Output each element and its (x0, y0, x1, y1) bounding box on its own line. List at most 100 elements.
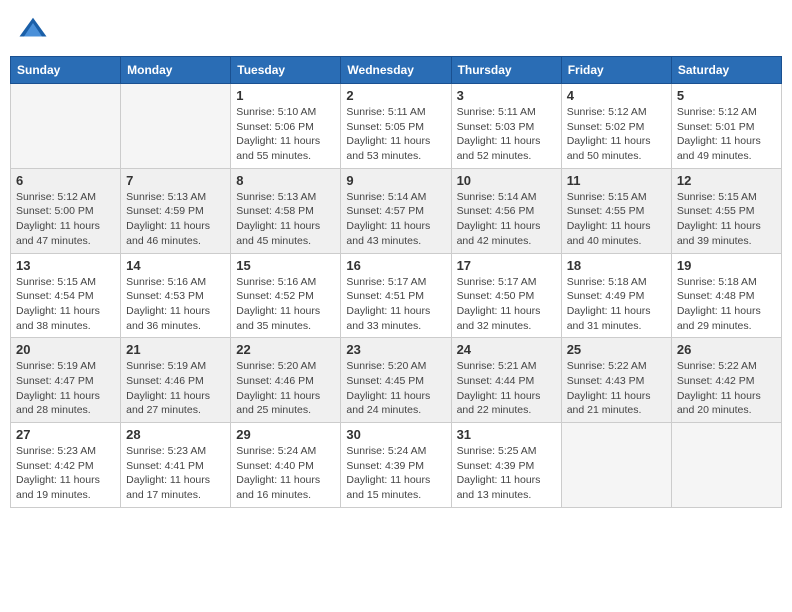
day-detail: Sunrise: 5:15 AMSunset: 4:55 PMDaylight:… (677, 190, 776, 249)
day-detail: Sunrise: 5:15 AMSunset: 4:54 PMDaylight:… (16, 275, 115, 334)
calendar-cell: 28 Sunrise: 5:23 AMSunset: 4:41 PMDayligh… (121, 423, 231, 508)
column-header-saturday: Saturday (671, 57, 781, 84)
calendar-cell: 26 Sunrise: 5:22 AMSunset: 4:42 PMDayligh… (671, 338, 781, 423)
day-number: 29 (236, 427, 335, 442)
day-detail: Sunrise: 5:16 AMSunset: 4:53 PMDaylight:… (126, 275, 225, 334)
column-header-tuesday: Tuesday (231, 57, 341, 84)
day-detail: Sunrise: 5:11 AMSunset: 5:03 PMDaylight:… (457, 105, 556, 164)
calendar-cell: 12 Sunrise: 5:15 AMSunset: 4:55 PMDayligh… (671, 168, 781, 253)
calendar-cell: 23Sunrise: 5:20 AMSunset: 4:45 PMDayligh… (341, 338, 451, 423)
calendar-week-row: 1 Sunrise: 5:10 AMSunset: 5:06 PMDaylight… (11, 84, 782, 169)
day-detail: Sunrise: 5:16 AMSunset: 4:52 PMDaylight:… (236, 275, 335, 334)
day-detail: Sunrise: 5:11 AMSunset: 5:05 PMDaylight:… (346, 105, 445, 164)
calendar-cell (11, 84, 121, 169)
day-number: 7 (126, 173, 225, 188)
calendar-cell (561, 423, 671, 508)
calendar-cell: 27Sunrise: 5:23 AMSunset: 4:42 PMDayligh… (11, 423, 121, 508)
calendar-cell: 6 Sunrise: 5:12 AMSunset: 5:00 PMDaylight… (11, 168, 121, 253)
day-number: 4 (567, 88, 666, 103)
calendar-cell: 17Sunrise: 5:17 AMSunset: 4:50 PMDayligh… (451, 253, 561, 338)
day-number: 2 (346, 88, 445, 103)
day-detail: Sunrise: 5:12 AMSunset: 5:01 PMDaylight:… (677, 105, 776, 164)
day-number: 15 (236, 258, 335, 273)
day-number: 18 (567, 258, 666, 273)
day-number: 11 (567, 173, 666, 188)
calendar-cell: 21 Sunrise: 5:19 AMSunset: 4:46 PMDayligh… (121, 338, 231, 423)
day-detail: Sunrise: 5:25 AMSunset: 4:39 PMDaylight:… (457, 444, 556, 503)
day-detail: Sunrise: 5:13 AMSunset: 4:59 PMDaylight:… (126, 190, 225, 249)
calendar-cell: 4 Sunrise: 5:12 AMSunset: 5:02 PMDaylight… (561, 84, 671, 169)
calendar-cell: 8 Sunrise: 5:13 AMSunset: 4:58 PMDaylight… (231, 168, 341, 253)
day-detail: Sunrise: 5:23 AMSunset: 4:42 PMDaylight:… (16, 444, 115, 503)
calendar-cell: 5 Sunrise: 5:12 AMSunset: 5:01 PMDaylight… (671, 84, 781, 169)
day-detail: Sunrise: 5:17 AMSunset: 4:51 PMDaylight:… (346, 275, 445, 334)
calendar-header-row: SundayMondayTuesdayWednesdayThursdayFrid… (11, 57, 782, 84)
calendar-cell: 16Sunrise: 5:17 AMSunset: 4:51 PMDayligh… (341, 253, 451, 338)
day-number: 26 (677, 342, 776, 357)
calendar-week-row: 27Sunrise: 5:23 AMSunset: 4:42 PMDayligh… (11, 423, 782, 508)
day-detail: Sunrise: 5:24 AMSunset: 4:39 PMDaylight:… (346, 444, 445, 503)
day-number: 12 (677, 173, 776, 188)
column-header-wednesday: Wednesday (341, 57, 451, 84)
day-detail: Sunrise: 5:21 AMSunset: 4:44 PMDaylight:… (457, 359, 556, 418)
calendar-cell: 24 Sunrise: 5:21 AMSunset: 4:44 PMDayligh… (451, 338, 561, 423)
day-detail: Sunrise: 5:23 AMSunset: 4:41 PMDaylight:… (126, 444, 225, 503)
logo-icon (18, 14, 48, 44)
calendar-cell: 7 Sunrise: 5:13 AMSunset: 4:59 PMDaylight… (121, 168, 231, 253)
day-number: 1 (236, 88, 335, 103)
calendar-cell: 15 Sunrise: 5:16 AMSunset: 4:52 PMDayligh… (231, 253, 341, 338)
day-number: 19 (677, 258, 776, 273)
day-number: 24 (457, 342, 556, 357)
day-detail: Sunrise: 5:13 AMSunset: 4:58 PMDaylight:… (236, 190, 335, 249)
calendar-week-row: 20 Sunrise: 5:19 AMSunset: 4:47 PMDayligh… (11, 338, 782, 423)
day-detail: Sunrise: 5:22 AMSunset: 4:42 PMDaylight:… (677, 359, 776, 418)
day-detail: Sunrise: 5:24 AMSunset: 4:40 PMDaylight:… (236, 444, 335, 503)
day-number: 14 (126, 258, 225, 273)
calendar-cell: 3Sunrise: 5:11 AMSunset: 5:03 PMDaylight… (451, 84, 561, 169)
day-number: 22 (236, 342, 335, 357)
calendar-cell: 14 Sunrise: 5:16 AMSunset: 4:53 PMDayligh… (121, 253, 231, 338)
day-detail: Sunrise: 5:12 AMSunset: 5:00 PMDaylight:… (16, 190, 115, 249)
day-number: 30 (346, 427, 445, 442)
day-number: 28 (126, 427, 225, 442)
calendar-cell: 13 Sunrise: 5:15 AMSunset: 4:54 PMDayligh… (11, 253, 121, 338)
logo (18, 14, 52, 44)
column-header-thursday: Thursday (451, 57, 561, 84)
day-detail: Sunrise: 5:15 AMSunset: 4:55 PMDaylight:… (567, 190, 666, 249)
day-detail: Sunrise: 5:22 AMSunset: 4:43 PMDaylight:… (567, 359, 666, 418)
day-detail: Sunrise: 5:18 AMSunset: 4:49 PMDaylight:… (567, 275, 666, 334)
calendar-cell: 10 Sunrise: 5:14 AMSunset: 4:56 PMDayligh… (451, 168, 561, 253)
day-number: 31 (457, 427, 556, 442)
day-detail: Sunrise: 5:14 AMSunset: 4:57 PMDaylight:… (346, 190, 445, 249)
calendar-week-row: 13 Sunrise: 5:15 AMSunset: 4:54 PMDayligh… (11, 253, 782, 338)
calendar-cell: 29 Sunrise: 5:24 AMSunset: 4:40 PMDayligh… (231, 423, 341, 508)
calendar-cell: 25 Sunrise: 5:22 AMSunset: 4:43 PMDayligh… (561, 338, 671, 423)
day-detail: Sunrise: 5:20 AMSunset: 4:45 PMDaylight:… (346, 359, 445, 418)
day-detail: Sunrise: 5:19 AMSunset: 4:46 PMDaylight:… (126, 359, 225, 418)
calendar-cell: 31 Sunrise: 5:25 AMSunset: 4:39 PMDayligh… (451, 423, 561, 508)
day-number: 5 (677, 88, 776, 103)
day-number: 9 (346, 173, 445, 188)
calendar-cell (121, 84, 231, 169)
calendar-table: SundayMondayTuesdayWednesdayThursdayFrid… (10, 56, 782, 508)
calendar-cell: 9 Sunrise: 5:14 AMSunset: 4:57 PMDaylight… (341, 168, 451, 253)
calendar-week-row: 6 Sunrise: 5:12 AMSunset: 5:00 PMDaylight… (11, 168, 782, 253)
day-number: 10 (457, 173, 556, 188)
day-detail: Sunrise: 5:14 AMSunset: 4:56 PMDaylight:… (457, 190, 556, 249)
day-detail: Sunrise: 5:19 AMSunset: 4:47 PMDaylight:… (16, 359, 115, 418)
day-detail: Sunrise: 5:17 AMSunset: 4:50 PMDaylight:… (457, 275, 556, 334)
day-detail: Sunrise: 5:12 AMSunset: 5:02 PMDaylight:… (567, 105, 666, 164)
page-header (10, 10, 782, 48)
day-number: 20 (16, 342, 115, 357)
calendar-cell: 11 Sunrise: 5:15 AMSunset: 4:55 PMDayligh… (561, 168, 671, 253)
day-number: 25 (567, 342, 666, 357)
day-detail: Sunrise: 5:20 AMSunset: 4:46 PMDaylight:… (236, 359, 335, 418)
day-number: 13 (16, 258, 115, 273)
calendar-cell: 30 Sunrise: 5:24 AMSunset: 4:39 PMDayligh… (341, 423, 451, 508)
calendar-cell: 2 Sunrise: 5:11 AMSunset: 5:05 PMDaylight… (341, 84, 451, 169)
day-number: 21 (126, 342, 225, 357)
day-detail: Sunrise: 5:10 AMSunset: 5:06 PMDaylight:… (236, 105, 335, 164)
day-number: 6 (16, 173, 115, 188)
day-number: 8 (236, 173, 335, 188)
calendar-cell: 22 Sunrise: 5:20 AMSunset: 4:46 PMDayligh… (231, 338, 341, 423)
